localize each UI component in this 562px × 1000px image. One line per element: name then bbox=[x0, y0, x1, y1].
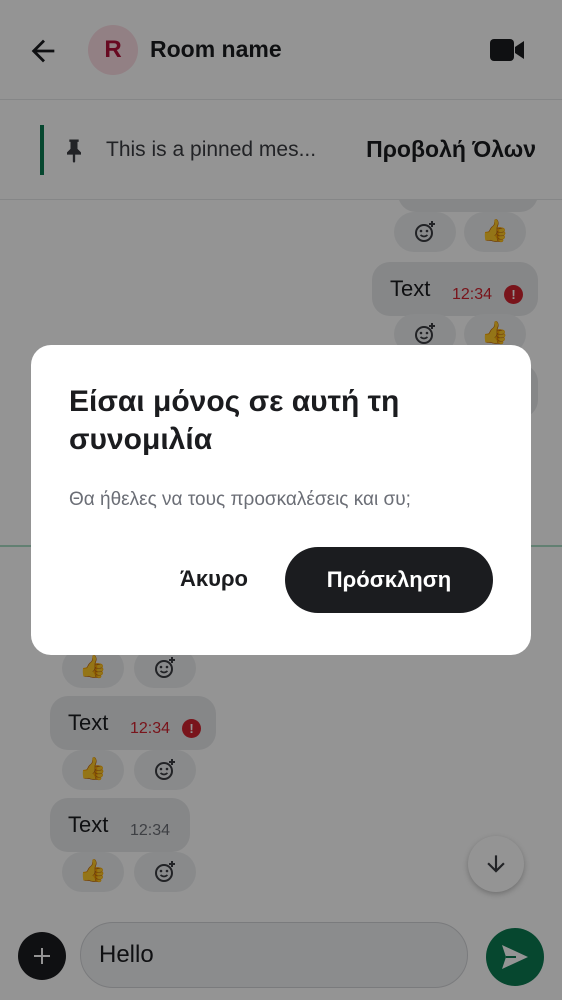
dialog-message: Θα ήθελες να τους προσκαλέσεις και συ; bbox=[69, 489, 411, 510]
dialog-title: Είσαι μόνος σε αυτή τη συνομιλία bbox=[69, 385, 400, 456]
invite-button[interactable]: Πρόσκληση bbox=[285, 547, 493, 613]
cancel-button[interactable]: Άκυρο bbox=[159, 547, 269, 611]
invite-dialog: Είσαι μόνος σε αυτή τη συνομιλία Θα ήθελ… bbox=[31, 345, 531, 655]
